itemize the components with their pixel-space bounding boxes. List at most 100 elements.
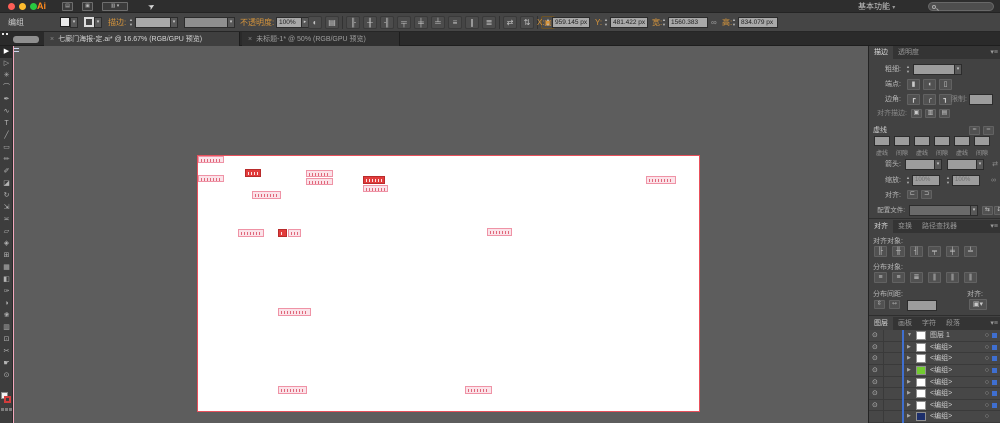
weight-dropdown-icon[interactable]: ▾	[954, 64, 962, 75]
layer-row[interactable]: ⊙▶<编组>○	[869, 365, 1000, 377]
slice-tool[interactable]: ✂	[0, 346, 13, 358]
align-center-horizontal-icon[interactable]: ╫	[363, 16, 377, 29]
minimize-window-button[interactable]	[19, 3, 26, 10]
layer-row[interactable]: ⊙▶<编组>○	[869, 342, 1000, 354]
stroke-weight-label[interactable]: 描边:	[108, 13, 126, 32]
arrow-align-start-icon[interactable]: ⊏	[907, 190, 918, 199]
dimension-annotation[interactable]	[465, 386, 492, 394]
target-circle-icon[interactable]: ○	[985, 388, 989, 399]
layer-row[interactable]: ⊙▶<编组>○	[869, 377, 1000, 389]
dash-input[interactable]	[934, 136, 950, 146]
tab-stroke-panel[interactable]: 透明度	[893, 46, 924, 59]
distribute-vertical-center-icon[interactable]: ≡	[892, 272, 905, 283]
layer-thumbnail[interactable]	[916, 343, 926, 352]
link-scale-icon[interactable]: ∞	[984, 174, 996, 187]
rectangle-tool[interactable]: ▭	[0, 142, 13, 154]
layer-row[interactable]: ⊙▶<编组>○	[869, 353, 1000, 365]
drawing-mode-buttons[interactable]	[1, 408, 12, 412]
align-top-icon[interactable]: ╤	[397, 16, 411, 29]
x-stepper[interactable]: ▲▼	[545, 17, 551, 28]
dimension-annotation[interactable]	[363, 176, 385, 184]
profile-field[interactable]	[909, 205, 971, 216]
layer-thumbnail[interactable]	[916, 331, 926, 340]
lasso-tool[interactable]: ⌒	[0, 82, 13, 94]
y-field[interactable]: 481.422 px	[610, 17, 648, 28]
align-horizontal-center-icon[interactable]: ╫	[892, 246, 905, 257]
pen-tool[interactable]: ✒	[0, 94, 13, 106]
preview-mode-icon[interactable]: ▣	[82, 2, 93, 11]
variable-width-profile-field[interactable]	[184, 17, 228, 28]
fill-color-swatch[interactable]	[60, 17, 70, 27]
flip-vertical-icon[interactable]: ⇅	[520, 16, 534, 29]
expand-arrow-icon[interactable]: ▶	[907, 400, 911, 411]
share-icon[interactable]: ➤	[144, 0, 158, 13]
tab-close-icon[interactable]: ×	[50, 36, 54, 43]
stroke-align-outside-icon[interactable]: ▤	[939, 109, 950, 118]
vertical-guide[interactable]	[13, 46, 14, 303]
stroke-align-inside-icon[interactable]: ▥	[925, 109, 936, 118]
stroke-align-center-icon[interactable]: ▣	[911, 109, 922, 118]
line-segment-tool[interactable]: ╱	[0, 130, 13, 142]
document-layout-icon[interactable]: ▤	[62, 2, 73, 11]
flip-horizontal-icon[interactable]: ⇄	[503, 16, 517, 29]
mesh-tool[interactable]: ▦	[0, 262, 13, 274]
swap-arrowheads-icon[interactable]: ⇄	[986, 158, 998, 171]
dimension-annotation[interactable]	[363, 185, 388, 192]
dash-input[interactable]	[894, 136, 910, 146]
selection-chip[interactable]	[992, 368, 997, 373]
align-horizontal-right-icon[interactable]: ╢	[910, 246, 923, 257]
width-stepper[interactable]: ▲▼	[661, 17, 667, 28]
arrowhead-start-dropdown-icon[interactable]: ▾	[934, 159, 942, 170]
dimension-annotation[interactable]	[238, 229, 264, 237]
selection-chip[interactable]	[992, 333, 997, 338]
selection-chip[interactable]	[992, 391, 997, 396]
graphic-style-icon[interactable]: ◐	[308, 16, 322, 29]
layer-row[interactable]: ▶<编组>○	[869, 411, 1000, 423]
dimension-annotation[interactable]	[278, 229, 287, 237]
dimension-annotation[interactable]	[198, 175, 224, 182]
align-vertical-center-icon[interactable]: ╪	[946, 246, 959, 257]
profile-dropdown-icon[interactable]: ▾	[970, 205, 978, 216]
expand-arrow-icon[interactable]: ▼	[907, 330, 912, 341]
blend-tool[interactable]: ◑	[0, 298, 13, 310]
panel-menu-icon[interactable]: ▾≡	[990, 317, 998, 330]
visibility-eye-icon[interactable]: ⊙	[872, 342, 878, 353]
stroke-color-swatch[interactable]	[84, 17, 94, 27]
tab-layers-panel[interactable]: 段落	[941, 317, 965, 330]
distribute-vertical-top-icon[interactable]: ≡	[874, 272, 887, 283]
expand-arrow-icon[interactable]: ▶	[907, 377, 911, 388]
layer-thumbnail[interactable]	[916, 354, 926, 363]
distribute-horizontal-center-icon[interactable]: ∥	[946, 272, 959, 283]
target-circle-icon[interactable]: ○	[985, 365, 989, 376]
corner-miter-icon[interactable]: ┏	[907, 94, 920, 105]
scale-start-field[interactable]: 100%	[912, 175, 940, 186]
close-window-button[interactable]	[8, 3, 15, 10]
constrain-proportions-icon[interactable]: ∞	[711, 13, 717, 32]
scale-end-field[interactable]: 100%	[952, 175, 980, 186]
expand-arrow-icon[interactable]: ▶	[907, 353, 911, 364]
hand-tool[interactable]: ☛	[0, 358, 13, 370]
y-stepper[interactable]: ▲▼	[603, 17, 609, 28]
eraser-tool[interactable]: ◪	[0, 178, 13, 190]
dimension-annotation[interactable]	[306, 178, 333, 185]
align-bottom-icon[interactable]: ╧	[431, 16, 445, 29]
align-to-dropdown[interactable]: ▣▾	[969, 299, 987, 310]
dash-input[interactable]	[914, 136, 930, 146]
direct-selection-tool[interactable]: ▷	[0, 58, 13, 70]
opacity-label[interactable]: 不透明度:	[240, 13, 274, 32]
height-stepper[interactable]: ▲▼	[731, 17, 737, 28]
selection-tool[interactable]: ▶	[0, 46, 13, 58]
spacing-value-field[interactable]	[907, 300, 937, 311]
tab-close-icon[interactable]: ×	[248, 36, 252, 43]
dash-align-icon[interactable]: ┉	[983, 126, 994, 135]
cap-round-icon[interactable]: ◖	[923, 79, 936, 90]
stroke-weight-stepper[interactable]: ▲▼	[128, 17, 134, 28]
dimension-annotation[interactable]	[487, 228, 512, 236]
symbol-sprayer-tool[interactable]: ❀	[0, 310, 13, 322]
dimension-annotation[interactable]	[306, 170, 333, 177]
column-graph-tool[interactable]: ▥	[0, 322, 13, 334]
expand-arrow-icon[interactable]: ▶	[907, 388, 911, 399]
brush-definition-icon[interactable]: ▤	[325, 16, 339, 29]
tab-align-panel[interactable]: 变换	[893, 220, 917, 233]
document-tab[interactable]: ×未标题-1* @ 50% (RGB/GPU 预览)	[242, 32, 400, 46]
